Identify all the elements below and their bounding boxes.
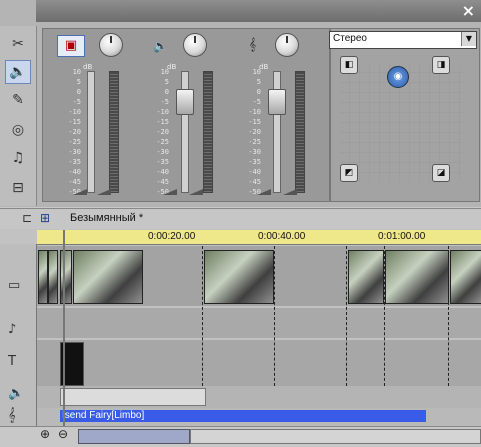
fader-marker-icon (97, 189, 111, 195)
fader-marker-icon (189, 189, 203, 195)
video-audio-level-meter (109, 71, 119, 193)
audio-view-icon[interactable]: ⊞ (40, 211, 50, 225)
db-scale: 10 5 0 -5 -10 -15 -20 -25 -30 -35 -40 -45 -50 (156, 68, 169, 196)
fader-marker-icon (73, 189, 87, 195)
sound-effects-balance-knob[interactable] (183, 33, 207, 57)
db-label: dB (83, 63, 93, 71)
ruler-label: 0:00:40.00 (258, 231, 306, 242)
db-scale: 10 5 0 -5 -10 -15 -20 -25 -30 -35 -40 -45 -50 (248, 68, 261, 196)
title-edit-icon[interactable]: ✎ (5, 88, 31, 112)
timeline-scrollbar[interactable] (190, 429, 481, 444)
video-clip[interactable] (38, 250, 48, 304)
title-track[interactable] (37, 340, 481, 386)
sound-effects-level-meter (203, 71, 213, 193)
clip-boundary (202, 246, 203, 386)
video-clip[interactable] (204, 250, 274, 304)
front-left-speaker-icon: ◧ (340, 56, 358, 74)
video-clip[interactable] (48, 250, 58, 304)
video-edit-icon[interactable]: ✂ (5, 32, 31, 56)
video-audio-mute-icon[interactable]: ▣ (57, 35, 85, 57)
sound-effects-icon[interactable]: 🔈 (153, 39, 168, 53)
center-speaker-icon[interactable]: ◉ (387, 66, 409, 88)
fader-marker-icon (163, 189, 177, 195)
fader-marker-icon (257, 189, 271, 195)
chevron-down-icon[interactable]: ▼ (461, 32, 476, 46)
rear-left-speaker-icon: ◩ (340, 164, 358, 182)
output-mode-select[interactable]: Стерео ▼ (329, 31, 477, 49)
output-mode-label: Стерео (333, 33, 367, 44)
timeline-scroll-thumb[interactable] (78, 429, 190, 444)
db-scale: 10 5 0 -5 -10 -15 -20 -25 -30 -35 -40 -45 -50 (68, 68, 81, 196)
music-channel-icon[interactable]: 𝄞 (249, 37, 256, 52)
playhead[interactable] (63, 230, 65, 426)
audio-mixer-icon[interactable]: 🔈 (5, 60, 31, 84)
plugin-icon[interactable]: ⊟ (5, 176, 31, 200)
clip-boundary (346, 246, 347, 386)
volume-mixer: ▣ dB 10 5 0 -5 -10 -15 -20 -25 -30 -35 -40 -45 -50 🔈… (42, 28, 330, 202)
video-audio-fader-track[interactable] (87, 71, 95, 193)
video-clip[interactable] (60, 250, 72, 304)
music-fader-handle[interactable] (268, 89, 286, 115)
disc-icon[interactable]: ◎ (5, 118, 31, 142)
video-clip[interactable] (73, 250, 143, 304)
music-clip[interactable]: Isend Fairy[Limbo] (60, 410, 426, 422)
sound-effects-fader-handle[interactable] (176, 89, 194, 115)
rear-right-speaker-icon: ◪ (432, 164, 450, 182)
panel-title-strip (36, 0, 481, 22)
video-clip[interactable] (348, 250, 384, 304)
sound-effects-track-icon[interactable]: 🔈 (8, 386, 24, 401)
music-track-icon[interactable]: 𝄞 (8, 408, 16, 423)
clip-boundary (448, 246, 449, 386)
project-tab-icon[interactable]: ⊏ (22, 211, 32, 225)
video-clip[interactable] (450, 250, 481, 304)
ruler-label: 0:00:20.00 (148, 231, 196, 242)
title-track-icon[interactable]: T (8, 354, 16, 369)
zoom-in-icon[interactable]: ⊕ (40, 427, 50, 441)
zoom-out-icon[interactable]: ⊖ (58, 427, 68, 441)
front-right-speaker-icon: ◨ (432, 56, 450, 74)
music-icon[interactable]: ♫ (5, 146, 31, 170)
clip-boundary (274, 246, 275, 386)
music-level-meter (295, 71, 305, 193)
music-balance-knob[interactable] (275, 33, 299, 57)
sound-effect-clip[interactable] (60, 388, 206, 406)
clip-boundary (384, 246, 385, 386)
fader-marker-icon (283, 189, 297, 195)
microphone-icon[interactable]: ♪ (8, 322, 16, 337)
close-icon[interactable]: × (462, 1, 475, 20)
track-headers: ▭ ♪ T 🔈 𝄞 (0, 244, 37, 430)
left-toolbar: ✂ 🔈 ✎ ◎ ♫ ⊟ (0, 26, 37, 206)
video-clip[interactable] (385, 250, 449, 304)
project-title: Безымянный * (70, 212, 144, 224)
camera-icon[interactable]: ▭ (8, 278, 20, 293)
video-audio-balance-knob[interactable] (99, 33, 123, 57)
ruler-label: 0:01:00.00 (378, 231, 426, 242)
audio-track[interactable] (37, 308, 481, 338)
